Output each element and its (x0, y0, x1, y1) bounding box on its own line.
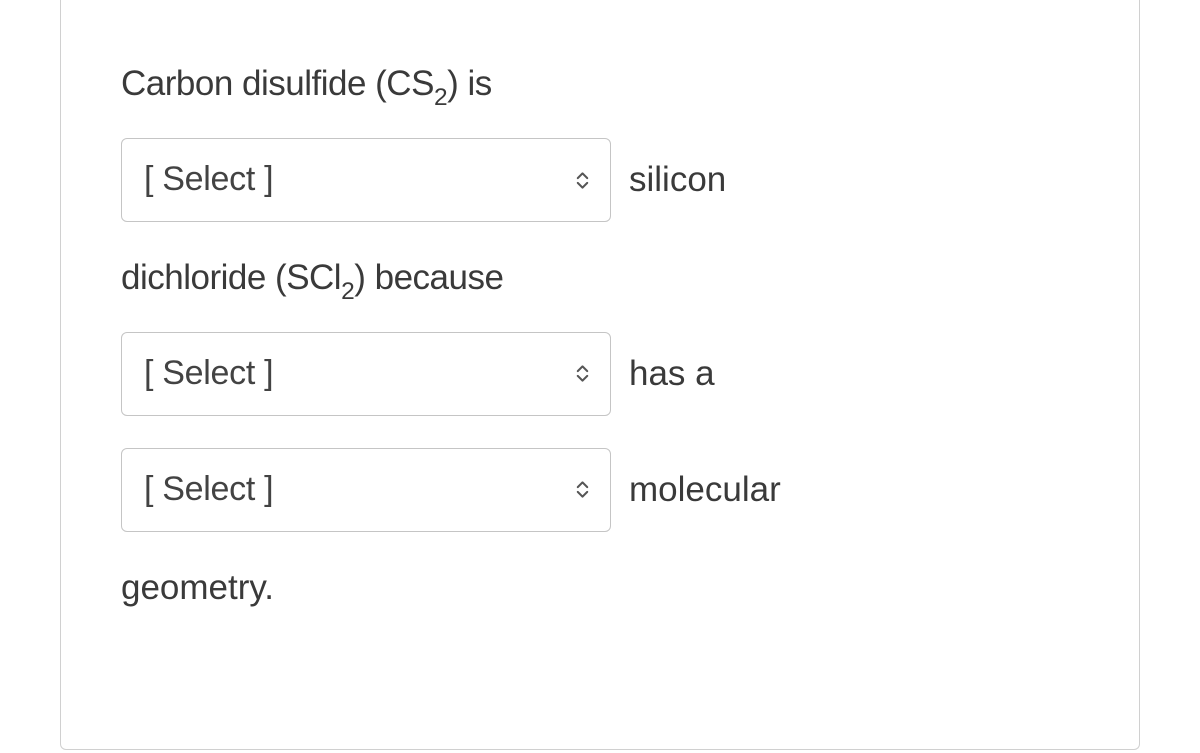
select-placeholder: [ Select ] (144, 467, 273, 513)
select-placeholder: [ Select ] (144, 157, 273, 203)
chevron-updown-icon (573, 364, 592, 383)
select-dropdown-3[interactable]: [ Select ] (121, 448, 611, 532)
text-segment: ) is (447, 64, 492, 103)
select-row-1: [ Select ] silicon (121, 138, 1079, 222)
text-after-select-1: silicon (629, 156, 726, 203)
text-after-select-3: molecular (629, 466, 781, 513)
text-segment: Carbon disulfide (CS (121, 64, 434, 103)
select-row-3: [ Select ] molecular (121, 448, 1079, 532)
text-segment: dichloride (SCl (121, 258, 341, 297)
question-line-1: Carbon disulfide (CS2) is (121, 60, 1079, 112)
question-container: Carbon disulfide (CS2) is [ Select ] sil… (60, 0, 1140, 750)
chevron-updown-icon (573, 171, 592, 190)
subscript: 2 (341, 278, 354, 305)
select-row-2: [ Select ] has a (121, 332, 1079, 416)
chevron-updown-icon (573, 480, 592, 499)
select-placeholder: [ Select ] (144, 351, 273, 397)
subscript: 2 (434, 84, 447, 111)
question-content: Carbon disulfide (CS2) is [ Select ] sil… (121, 60, 1079, 611)
question-final-line: geometry. (121, 564, 1079, 611)
select-dropdown-1[interactable]: [ Select ] (121, 138, 611, 222)
text-segment: ) because (354, 258, 503, 297)
text-after-select-2: has a (629, 350, 715, 397)
question-line-2: dichloride (SCl2) because (121, 254, 1079, 306)
select-dropdown-2[interactable]: [ Select ] (121, 332, 611, 416)
